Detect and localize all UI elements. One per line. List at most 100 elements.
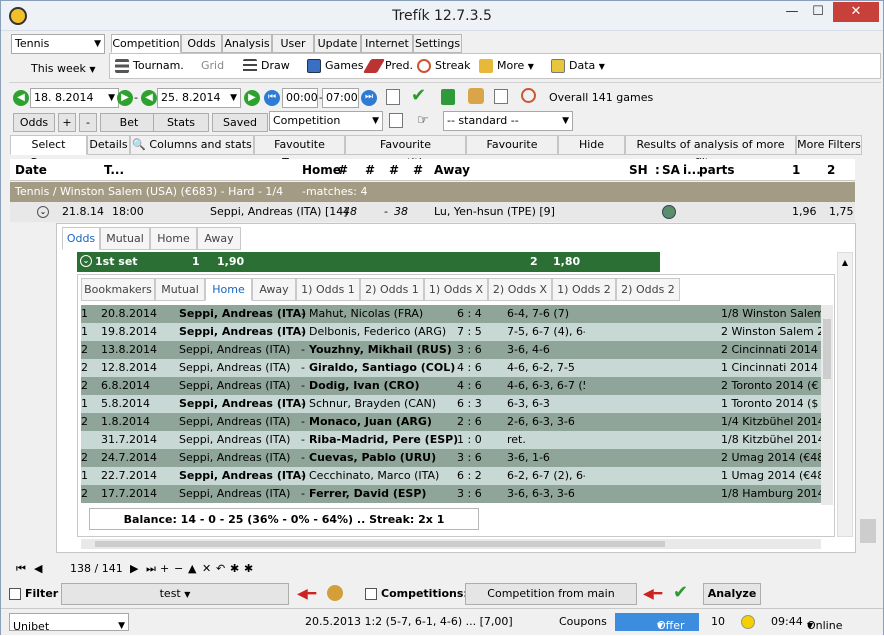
table-row[interactable]: - 2 24.7.2014 Seppi, Andreas (ITA) Cuevas, P… (81, 449, 821, 467)
arrow-left-icon[interactable]: ◀━ (643, 586, 662, 602)
edit-record-icon[interactable]: ▲ (188, 559, 196, 578)
detail-tab-away[interactable]: Away (197, 227, 241, 250)
col-sa[interactable]: SA (662, 163, 680, 177)
draw-button[interactable]: Draw (241, 56, 290, 76)
plus-button[interactable]: + (58, 113, 76, 132)
last-record-icon[interactable]: ⏭ (146, 559, 156, 578)
games-button[interactable]: Games (305, 56, 363, 76)
filter-checkbox[interactable]: Filter (9, 587, 58, 600)
close-button[interactable]: ✕ (833, 2, 879, 22)
time-to-input[interactable]: 07:00 (322, 88, 359, 108)
tab-hide-games[interactable]: Hide games (558, 135, 625, 169)
tournam-button[interactable]: Tournam. (113, 56, 184, 76)
tab-results-of-analysis[interactable]: Results of analysis of more filters (625, 135, 796, 169)
collapse-icon[interactable]: ⌄ (80, 255, 92, 267)
main-scrollbar[interactable] (857, 159, 879, 557)
tab-analysis[interactable]: Analysis (222, 34, 272, 53)
col-home[interactable]: Home (302, 163, 341, 177)
tab-columns-and-stats[interactable]: 🔍 Columns and stats (130, 135, 254, 155)
prev-record-icon[interactable]: ◀ (34, 559, 42, 578)
detail-tab-odds[interactable]: Odds (62, 227, 100, 250)
period-dropdown[interactable]: This week ▼ (31, 62, 96, 75)
history-hscrollbar[interactable] (81, 539, 821, 549)
competitions-checkbox[interactable]: Competitions: (365, 587, 468, 600)
tab-update[interactable]: Update (314, 34, 361, 53)
offer-dropdown[interactable]: Offer ▼ (615, 613, 699, 632)
info-globe-icon[interactable] (662, 205, 676, 219)
tab-user[interactable]: User (272, 34, 314, 53)
streak-button[interactable]: Streak (415, 56, 470, 76)
calendar-icon[interactable] (386, 89, 400, 105)
tab-competition[interactable]: Competition (111, 34, 181, 53)
user-icon[interactable] (327, 585, 343, 601)
more-button[interactable]: More ▼ (477, 56, 534, 76)
inner-tab-home[interactable]: Home (205, 278, 252, 301)
competition-select[interactable]: Competition ▼ (269, 111, 383, 131)
maximize-button[interactable]: ☐ (805, 2, 831, 22)
inner-tab-bookmakers[interactable]: Bookmakers (81, 278, 155, 301)
history-hscroll-thumb[interactable] (95, 541, 665, 547)
detail-tab-mutual[interactable]: Mutual (100, 227, 150, 250)
cancel-record-icon[interactable]: ✕ (202, 559, 211, 578)
next-record-icon[interactable]: ▶ (130, 559, 138, 578)
sport-select[interactable]: Tennis ▼ (11, 34, 105, 54)
tab-more-filters[interactable]: More Filters (796, 135, 862, 155)
arrow-left-icon[interactable]: ◀━ (297, 586, 316, 602)
inner-tab-mutual[interactable]: Mutual (155, 278, 205, 301)
col-h3[interactable]: # (389, 163, 399, 177)
test-filter-button[interactable]: test ▼ (61, 583, 289, 605)
delete-record-icon[interactable]: − (174, 559, 183, 578)
table-row[interactable]: -1 5.8.2014 Seppi, Andreas (ITA) Schnur, Br… (81, 395, 821, 413)
scroll-up-icon[interactable]: ▲ (839, 257, 851, 269)
table-row[interactable]: -1 20.8.2014 Seppi, Andreas (ITA) Mahut, Ni… (81, 305, 821, 323)
pointing-hand-icon[interactable]: ☞ (417, 113, 429, 128)
table-row[interactable]: -1 19.8.2014 Seppi, Andreas (ITA) Delbonis,… (81, 323, 821, 341)
tab-favourite-games[interactable]: Favourite games (466, 135, 558, 169)
report-icon[interactable] (494, 89, 508, 104)
checkmark-icon[interactable]: ✔ (673, 582, 688, 603)
add-record-icon[interactable]: + (160, 559, 169, 578)
col-h1[interactable]: # (338, 163, 348, 177)
minimize-button[interactable]: — (779, 2, 805, 22)
calendar-icon[interactable] (389, 113, 403, 128)
inner-tab-1-odds-2[interactable]: 1) Odds 2 (552, 278, 616, 301)
pred-button[interactable]: Pred. (362, 56, 413, 76)
col-odds-1[interactable]: 1 (792, 163, 800, 177)
analyze-button[interactable]: Analyze (703, 583, 761, 605)
tab-select-games[interactable]: Select Games (10, 135, 87, 169)
date-to-next-icon[interactable]: ▶ (244, 90, 260, 106)
group-row[interactable]: Tennis / Winston Salem (USA) (€683) - Ha… (10, 182, 855, 202)
stats-button[interactable]: Stats (153, 113, 209, 132)
col-date[interactable]: Date (15, 163, 47, 177)
minus-button[interactable]: - (79, 113, 97, 132)
history-scrollbar[interactable] (821, 305, 833, 505)
inner-tab-2-odds-1[interactable]: 2) Odds 1 (360, 278, 424, 301)
filter-bookmark-icon[interactable]: ✱ (244, 559, 253, 578)
refresh-icon[interactable]: ↶ (216, 559, 225, 578)
tab-favourite-competitions[interactable]: Favourite competitions (345, 135, 466, 169)
detail-scrollbar[interactable]: ▲ (837, 252, 853, 537)
inner-tab-2-odds-2[interactable]: 2) Odds 2 (616, 278, 680, 301)
tab-internet[interactable]: Internet (361, 34, 413, 53)
time-from-input[interactable]: 00:00 (282, 88, 318, 108)
tab-details[interactable]: Details (87, 135, 130, 155)
col-h4[interactable]: # (413, 163, 423, 177)
date-from-prev-icon[interactable]: ◀ (13, 90, 29, 106)
col-h2[interactable]: # (365, 163, 375, 177)
history-scroll-thumb[interactable] (823, 319, 831, 379)
bookmaker-select[interactable]: Unibet ▼ (9, 613, 129, 633)
main-scroll-thumb[interactable] (860, 519, 876, 543)
date-from-next-icon[interactable]: ▶ (117, 90, 133, 106)
tab-settings[interactable]: Settings (413, 34, 462, 53)
table-row[interactable]: - 2 13.8.2014 Seppi, Andreas (ITA) Youzhny, … (81, 341, 821, 359)
date-to-prev-icon[interactable]: ◀ (141, 90, 157, 106)
match-row[interactable]: ⌄ 21.8.14 18:00 Seppi, Andreas (ITA) [14… (10, 202, 855, 222)
odds-button[interactable]: Odds (13, 113, 55, 132)
inner-tab-2-odds-x[interactable]: 2) Odds X (488, 278, 552, 301)
table-row[interactable]: - 2 17.7.2014 Seppi, Andreas (ITA) Ferrer, D… (81, 485, 821, 503)
col-away[interactable]: Away (434, 163, 470, 177)
set-odds-bar[interactable]: ⌄ 1st set 1 1,90 2 1,80 (77, 252, 660, 272)
date-to-picker[interactable]: 25. 8.2014 ▼ (157, 88, 241, 108)
tab-favoutite-teams[interactable]: Favoutite Teams (254, 135, 345, 169)
collapse-icon[interactable]: ⌄ (37, 206, 49, 218)
